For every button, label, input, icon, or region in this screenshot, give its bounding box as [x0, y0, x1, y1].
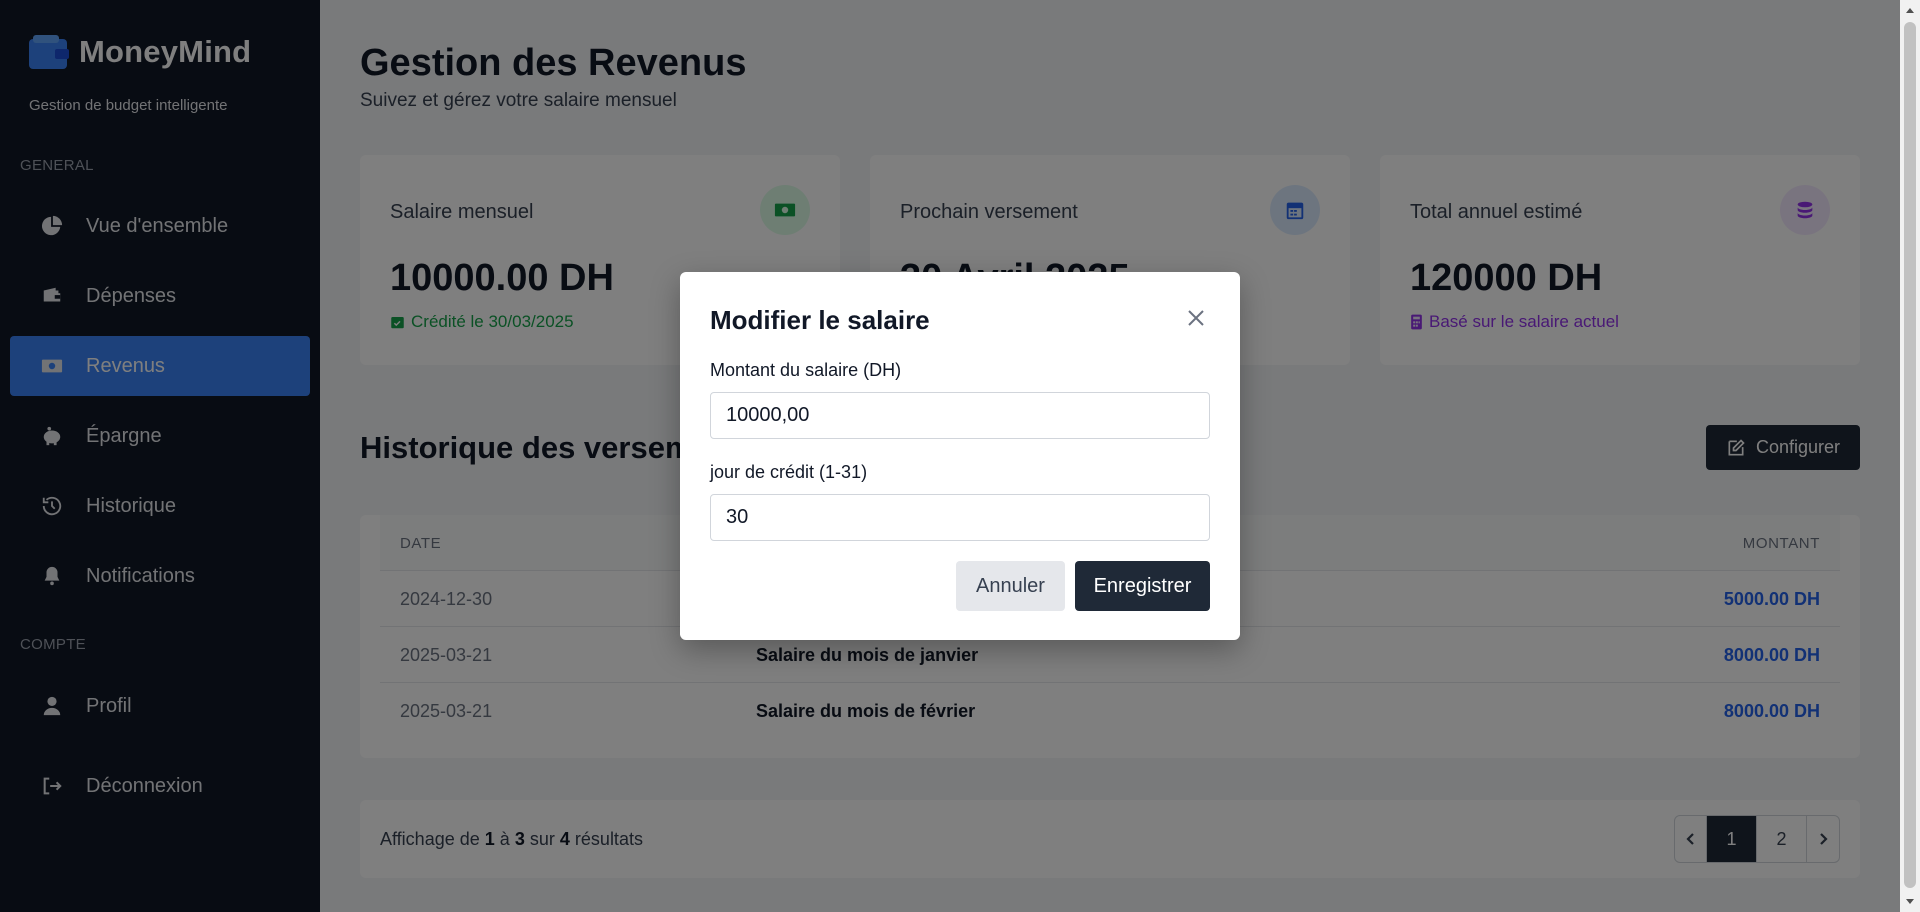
- scroll-thumb[interactable]: [1904, 22, 1916, 888]
- edit-salary-modal: Modifier le salaire Montant du salaire (…: [680, 272, 1240, 640]
- page-scrollbar[interactable]: [1900, 0, 1920, 912]
- scroll-down-icon[interactable]: [1905, 896, 1915, 906]
- credit-day-input[interactable]: [710, 494, 1210, 541]
- close-icon: [1188, 310, 1204, 326]
- scroll-up-icon[interactable]: [1905, 6, 1915, 16]
- cancel-button[interactable]: Annuler: [956, 561, 1065, 611]
- salary-amount-input[interactable]: [710, 392, 1210, 439]
- amount-label: Montant du salaire (DH): [710, 360, 902, 380]
- day-label: jour de crédit (1-31): [710, 462, 868, 482]
- save-button[interactable]: Enregistrer: [1075, 561, 1210, 611]
- close-button[interactable]: [1186, 308, 1210, 332]
- modal-title: Modifier le salaire: [710, 305, 930, 335]
